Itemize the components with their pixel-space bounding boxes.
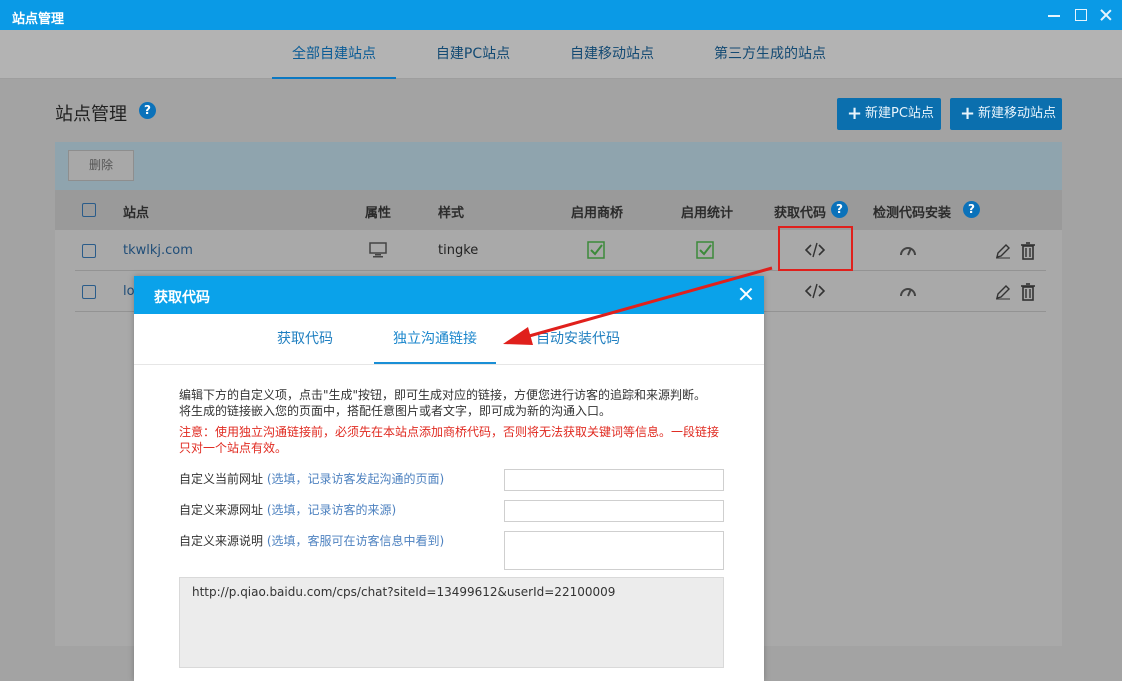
- site-link[interactable]: tkwlkj.com: [123, 243, 193, 258]
- current-url-input[interactable]: [504, 469, 724, 491]
- source-url-input[interactable]: [504, 500, 724, 522]
- close-window-icon[interactable]: [1098, 7, 1114, 23]
- note-line: 只对一个站点有效。: [179, 441, 288, 455]
- new-pc-site-label: 新建PC站点: [865, 106, 934, 121]
- header-get-code: 获取代码: [774, 206, 827, 221]
- code-icon[interactable]: [805, 283, 825, 299]
- header-stats: 启用统计: [681, 206, 734, 221]
- row-checkbox[interactable]: [82, 244, 96, 258]
- header-style: 样式: [438, 206, 465, 221]
- field-source-url-label: 自定义来源网址 (选填，记录访客的来源): [179, 501, 396, 518]
- minimize-icon[interactable]: [1046, 7, 1062, 23]
- style-value: tingke: [438, 243, 479, 258]
- window-title: 站点管理: [12, 12, 65, 27]
- new-mobile-site-label: 新建移动站点: [978, 106, 1057, 121]
- site-link[interactable]: lo: [123, 284, 135, 299]
- select-all-checkbox[interactable]: [82, 203, 96, 217]
- tab-standalone-link[interactable]: 独立沟通链接: [374, 314, 496, 364]
- description-line: 将生成的链接嵌入您的页面中，搭配任意图片或者文字，即可成为新的沟通入口。: [179, 404, 612, 418]
- field-hint: (选填，记录访客发起沟通的页面): [266, 472, 445, 486]
- maximize-icon[interactable]: [1073, 7, 1089, 23]
- description-line: 编辑下方的自定义项，点击"生成"按钮，即可生成对应的链接，方便您进行访客的追踪和…: [179, 388, 707, 402]
- new-pc-site-button[interactable]: + 新建PC站点: [837, 98, 941, 130]
- field-label: 自定义来源说明: [179, 534, 264, 548]
- field-label: 自定义来源网址: [179, 503, 264, 517]
- main-tabs: 全部自建站点 自建PC站点 自建移动站点 第三方生成的站点: [0, 30, 1122, 79]
- dialog-title: 获取代码: [154, 290, 210, 306]
- tab-mobile-sites[interactable]: 自建移动站点: [553, 30, 671, 79]
- page-title: 站点管理: [55, 104, 127, 125]
- field-label: 自定义当前网址: [179, 472, 264, 486]
- plus-icon: +: [960, 103, 976, 124]
- dialog-tabs: 获取代码 独立沟通链接 自动安装代码: [134, 314, 764, 365]
- dialog-description: 编辑下方的自定义项，点击"生成"按钮，即可生成对应的链接，方便您进行访客的追踪和…: [179, 387, 739, 419]
- dialog-header: 获取代码: [134, 276, 764, 314]
- table-toolbar: 删除: [55, 142, 1062, 190]
- close-icon[interactable]: [738, 286, 754, 302]
- code-icon[interactable]: [805, 242, 825, 258]
- tab-pc-sites[interactable]: 自建PC站点: [420, 30, 526, 79]
- tab-get-code[interactable]: 获取代码: [262, 314, 348, 364]
- generated-link-box[interactable]: http://p.qiao.baidu.com/cps/chat?siteId=…: [179, 577, 724, 668]
- help-icon[interactable]: ?: [963, 201, 980, 218]
- checked-icon[interactable]: [696, 241, 714, 259]
- help-icon[interactable]: ?: [831, 201, 848, 218]
- table-header: 站点 属性 样式 启用商桥 启用统计 获取代码 ? 检测代码安装 ?: [55, 190, 1062, 230]
- trash-icon[interactable]: [1020, 283, 1036, 301]
- help-icon[interactable]: ?: [139, 102, 156, 119]
- table-row: tkwlkj.com tingke: [75, 230, 1046, 271]
- monitor-icon: [369, 242, 387, 258]
- dialog-note: 注意：使用独立沟通链接前，必须先在本站点添加商桥代码，否则将无法获取关键词等信息…: [179, 424, 739, 456]
- plus-icon: +: [847, 103, 863, 124]
- field-source-desc-label: 自定义来源说明 (选填，客服可在访客信息中看到): [179, 532, 444, 549]
- row-checkbox[interactable]: [82, 285, 96, 299]
- header-site: 站点: [123, 206, 150, 221]
- trash-icon[interactable]: [1020, 242, 1036, 260]
- window-titlebar: 站点管理: [0, 0, 1122, 30]
- new-mobile-site-button[interactable]: + 新建移动站点: [950, 98, 1062, 130]
- delete-button[interactable]: 删除: [68, 150, 134, 181]
- field-hint: (选填，客服可在访客信息中看到): [266, 534, 445, 548]
- source-desc-textarea[interactable]: [504, 531, 724, 570]
- tab-auto-install[interactable]: 自动安装代码: [522, 314, 634, 364]
- get-code-dialog: 获取代码 获取代码 独立沟通链接 自动安装代码 编辑下方的自定义项，点击"生成"…: [134, 276, 764, 681]
- field-hint: (选填，记录访客的来源): [266, 503, 397, 517]
- edit-icon[interactable]: [995, 243, 1011, 259]
- tab-third-party-sites[interactable]: 第三方生成的站点: [700, 30, 840, 79]
- header-check-install: 检测代码安装: [873, 206, 952, 221]
- field-current-url-label: 自定义当前网址 (选填，记录访客发起沟通的页面): [179, 470, 444, 487]
- tab-all-sites[interactable]: 全部自建站点: [272, 30, 396, 79]
- note-line: 注意：使用独立沟通链接前，必须先在本站点添加商桥代码，否则将无法获取关键词等信息…: [179, 425, 720, 439]
- gauge-icon[interactable]: [899, 284, 917, 298]
- header-type: 属性: [365, 206, 392, 221]
- header-shangqiao: 启用商桥: [571, 206, 624, 221]
- checked-icon[interactable]: [587, 241, 605, 259]
- gauge-icon[interactable]: [899, 243, 917, 257]
- edit-icon[interactable]: [995, 284, 1011, 300]
